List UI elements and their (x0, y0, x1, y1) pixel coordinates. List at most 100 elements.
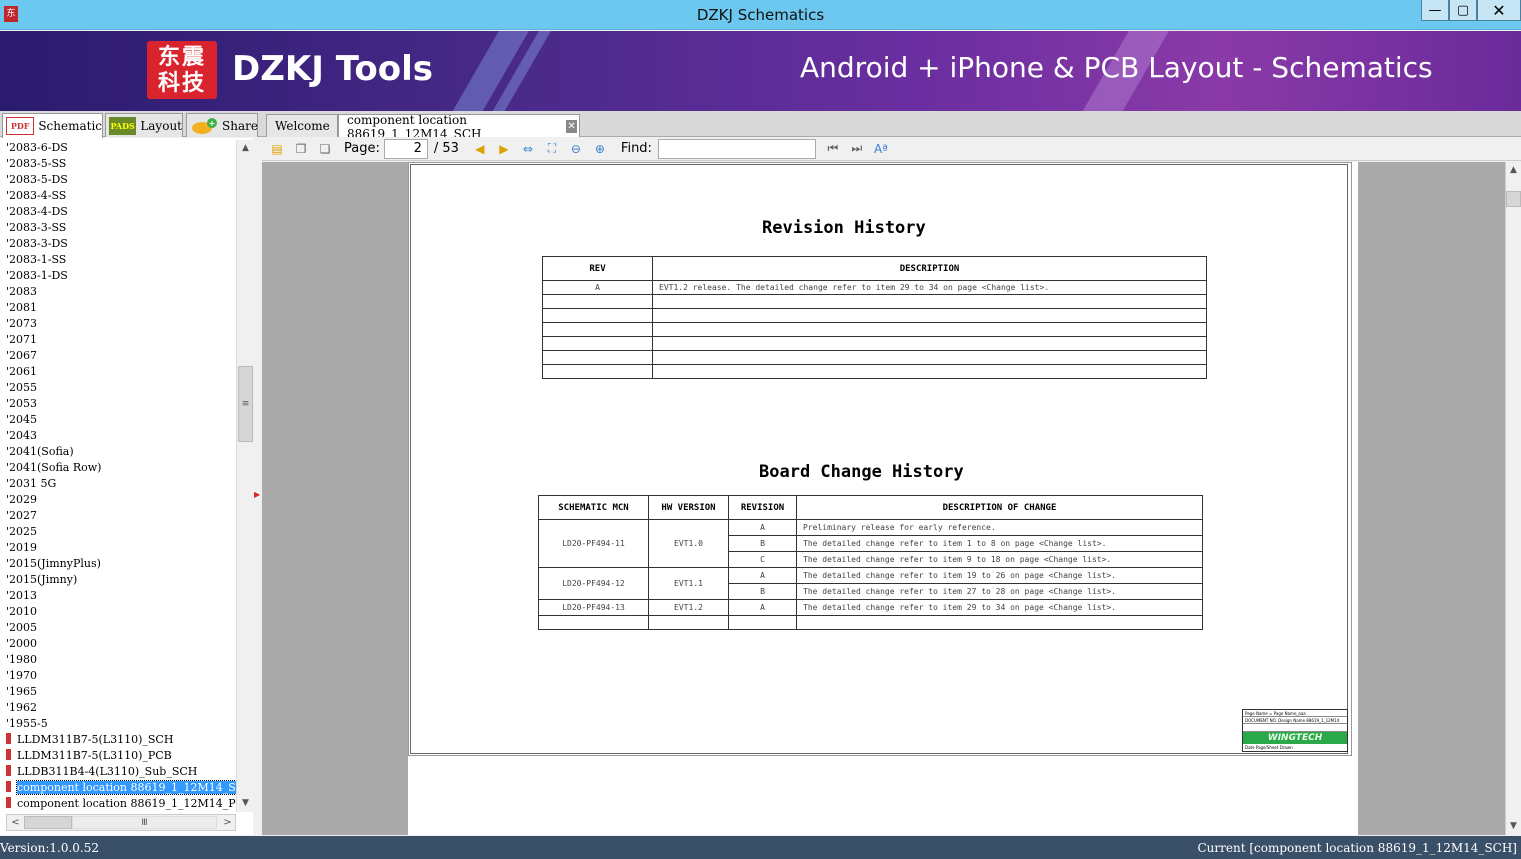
revision-cell (542, 364, 653, 379)
tree-file-item[interactable]: component location 88619_1_12M14_SCH (0, 780, 236, 796)
close-button[interactable]: ✕ (1477, 0, 1521, 21)
tree-item[interactable]: '2083 (0, 284, 236, 300)
tree-item[interactable]: '2005 (0, 620, 236, 636)
fit-page-icon[interactable]: ⛶ (543, 140, 561, 158)
scroll-right-icon[interactable]: > (219, 815, 236, 830)
tree-item[interactable]: '2083-4-DS (0, 204, 236, 220)
tree-item-label: '1955-5 (6, 717, 48, 730)
tree-item[interactable]: '2041(Sofia Row) (0, 460, 236, 476)
tree-item[interactable]: '2019 (0, 540, 236, 556)
revision-cell (542, 350, 653, 365)
scroll-track[interactable]: Ⅲ (72, 816, 217, 829)
find-previous-icon[interactable]: ⏮ (824, 140, 842, 158)
zoom-out-icon[interactable]: ⊖ (567, 140, 585, 158)
find-next-icon[interactable]: ⏭ (848, 140, 866, 158)
tree-item[interactable]: '2083-6-DS (0, 140, 236, 156)
tree-item[interactable]: '2045 (0, 412, 236, 428)
tree-item[interactable]: '2061 (0, 364, 236, 380)
brand-name: DZKJ Tools (232, 49, 433, 89)
banner-tagline: Android + iPhone & PCB Layout - Schemati… (800, 51, 1433, 84)
collapse-arrow-icon[interactable]: ▶ (254, 490, 260, 499)
panel-splitter[interactable]: ▶ (253, 138, 261, 835)
tab-component-location[interactable]: component location 88619_1_12M14_SCH ✕ (338, 113, 580, 141)
scroll-down-icon[interactable]: ▼ (237, 795, 254, 812)
tree-item[interactable]: '2010 (0, 604, 236, 620)
zoom-in-icon[interactable]: ⊕ (591, 140, 609, 158)
scroll-thumb-horizontal[interactable] (24, 816, 72, 829)
tab-welcome[interactable]: Welcome (266, 114, 338, 137)
pages-icon[interactable]: ❏ (316, 140, 334, 158)
tree-item[interactable]: '2067 (0, 348, 236, 364)
empty-cell (796, 615, 1203, 630)
revision-row: A EVT1.2 release. The detailed change ref… (542, 280, 1207, 295)
tree-horizontal-scrollbar[interactable]: < Ⅲ > (6, 814, 236, 831)
board-header-cell: HW VERSION (648, 495, 729, 520)
minimize-button[interactable]: — (1421, 0, 1449, 21)
maximize-button[interactable]: ▢ (1449, 0, 1477, 21)
scroll-thumb[interactable]: ≡ (238, 366, 253, 442)
tree-item-label: '2015(Jimny) (6, 573, 78, 586)
tree-item[interactable]: '1970 (0, 668, 236, 684)
fit-width-icon[interactable]: ⇔ (519, 140, 537, 158)
previous-page-icon[interactable]: ◀ (471, 140, 489, 158)
tree-item[interactable]: '2083-1-SS (0, 252, 236, 268)
revision-cell (652, 336, 1207, 351)
tree-item-label: '2083-6-DS (6, 141, 68, 154)
document-viewer[interactable]: Revision History REV DESCRIPTION A EVT1.2 r… (262, 162, 1505, 835)
tab-layout[interactable]: PADS Layout (105, 113, 183, 137)
scroll-left-icon[interactable]: < (7, 815, 24, 830)
tree-item[interactable]: '2027 (0, 508, 236, 524)
tree-item[interactable]: '2083-4-SS (0, 188, 236, 204)
tree-item[interactable]: '1962 (0, 700, 236, 716)
pads-icon: PADS (109, 116, 137, 135)
tree-item[interactable]: '2000 (0, 636, 236, 652)
scroll-up-icon[interactable]: ▲ (237, 140, 254, 157)
tree-item[interactable]: '2053 (0, 396, 236, 412)
file-tree-list[interactable]: '2083-6-DS '2083-5-SS '2083-5-DS '2083-4-SS… (0, 140, 236, 812)
board-row: LD20-PF494-12 EVT1.1 A The detailed change … (538, 567, 1203, 600)
tree-vertical-scrollbar[interactable]: ▲ ≡ ▼ (236, 140, 253, 812)
tree-item[interactable]: '2083-3-SS (0, 220, 236, 236)
tree-item[interactable]: '2025 (0, 524, 236, 540)
tab-share[interactable]: + Share (186, 113, 258, 137)
tree-item[interactable]: '1965 (0, 684, 236, 700)
match-case-icon[interactable]: Aª (872, 140, 890, 158)
tree-file-item[interactable]: component location 88619_1_12M14_PCB (0, 796, 236, 812)
tree-item-label: '1965 (6, 685, 38, 698)
tree-item-label: '2010 (6, 605, 38, 618)
tree-item[interactable]: '2083-5-SS (0, 156, 236, 172)
tree-item[interactable]: '1955-5 (0, 716, 236, 732)
close-tab-icon[interactable]: ✕ (566, 120, 577, 133)
tree-item[interactable]: '2081 (0, 300, 236, 316)
tree-item[interactable]: '2083-1-DS (0, 268, 236, 284)
revision-letter-cell: A (728, 567, 797, 584)
tree-file-item[interactable]: LLDM311B7-5(L3110)_PCB (0, 748, 236, 764)
change-description-cell: The detailed change refer to item 9 to 1… (796, 551, 1203, 568)
open-file-icon[interactable]: ▤ (268, 140, 286, 158)
copy-page-icon[interactable]: ❐ (292, 140, 310, 158)
viewer-scroll-up-icon[interactable]: ▲ (1506, 162, 1521, 178)
tree-item[interactable]: '2041(Sofia) (0, 444, 236, 460)
tab-schematic[interactable]: PDF Schematic (2, 113, 103, 138)
tree-item[interactable]: '1980 (0, 652, 236, 668)
viewer-scroll-down-icon[interactable]: ▼ (1506, 818, 1521, 834)
tree-item[interactable]: '2055 (0, 380, 236, 396)
next-page-icon[interactable]: ▶ (495, 140, 513, 158)
viewer-vertical-scrollbar[interactable]: ▲ ▼ (1505, 162, 1521, 835)
tree-file-item[interactable]: LLDB311B4-4(L3110)_Sub_SCH (0, 764, 236, 780)
tree-item[interactable]: '2031 5G (0, 476, 236, 492)
tree-item[interactable]: '2013 (0, 588, 236, 604)
tree-item[interactable]: '2015(JimnyPlus) (0, 556, 236, 572)
tree-item[interactable]: '2083-5-DS (0, 172, 236, 188)
tree-item[interactable]: '2083-3-DS (0, 236, 236, 252)
find-input[interactable] (657, 138, 816, 159)
tree-item[interactable]: '2015(Jimny) (0, 572, 236, 588)
board-header-cell: SCHEMATIC MCN (538, 495, 649, 520)
tree-item[interactable]: '2043 (0, 428, 236, 444)
viewer-scroll-thumb[interactable] (1506, 191, 1521, 207)
tree-item[interactable]: '2073 (0, 316, 236, 332)
tree-file-item[interactable]: LLDM311B7-5(L3110)_SCH (0, 732, 236, 748)
tree-item[interactable]: '2029 (0, 492, 236, 508)
tree-item[interactable]: '2071 (0, 332, 236, 348)
page-number-input[interactable]: 2 (383, 138, 428, 159)
